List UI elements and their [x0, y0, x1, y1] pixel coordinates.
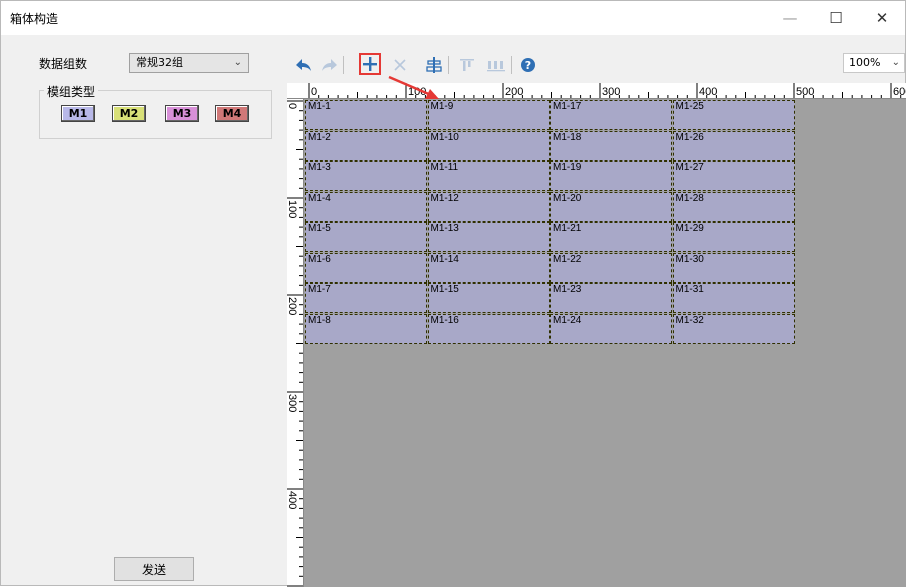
module-cell[interactable]: M1-7: [305, 283, 427, 313]
distribute-icon: [487, 61, 505, 72]
data-group-label: 数据组数: [39, 57, 88, 71]
ruler-label: 600: [893, 86, 906, 98]
close-icon: ✕: [875, 9, 889, 27]
module-cell[interactable]: M1-12: [427, 191, 550, 222]
ruler-label: 0: [311, 86, 317, 98]
zoom-select[interactable]: 100% ⌄: [843, 53, 905, 73]
send-button[interactable]: 发送: [114, 557, 194, 581]
ruler-label: 200: [287, 297, 298, 315]
undo-button[interactable]: [294, 55, 314, 75]
maximize-icon: ☐: [829, 9, 843, 27]
help-icon: ?: [521, 58, 535, 72]
module-cell[interactable]: M1-8: [305, 313, 427, 344]
vertical-ruler: 0 100 200 300 400: [287, 99, 304, 587]
close-button[interactable]: ✕: [859, 1, 905, 35]
ruler-label: 400: [699, 86, 717, 98]
minimize-icon: —: [782, 9, 798, 27]
module-cell[interactable]: M1-28: [672, 191, 795, 222]
redo-icon: [322, 59, 337, 71]
align-top-icon: [460, 59, 474, 71]
window-title: 箱体构造: [10, 12, 59, 26]
module-cell[interactable]: M1-3: [305, 161, 427, 191]
module-cell[interactable]: M1-29: [672, 222, 795, 252]
title-bar: 箱体构造 — ☐ ✕: [1, 1, 905, 35]
module-cell[interactable]: M1-16: [427, 313, 550, 344]
ruler-label: 500: [796, 86, 814, 98]
ruler-label: 200: [505, 86, 523, 98]
chevron-down-icon: ⌄: [233, 57, 242, 68]
module-cell[interactable]: M1-14: [427, 252, 550, 283]
align-top-button[interactable]: [457, 55, 477, 75]
horizontal-ruler: 0100200300400500600: [287, 83, 906, 99]
module-cell[interactable]: M1-23: [550, 283, 672, 313]
module-button-label: M3: [172, 107, 192, 120]
module-cell[interactable]: M1-20: [550, 191, 672, 222]
app-window: 箱体构造 — ☐ ✕ 数据组数 常规32组 ⌄ 模组类型 M1 M2 M3 M4 发送…: [0, 0, 906, 587]
svg-text:?: ?: [525, 59, 531, 72]
minimize-button[interactable]: —: [767, 1, 813, 35]
module-cell[interactable]: M1-26: [672, 130, 795, 161]
module-type-label: 模组类型: [44, 83, 99, 100]
distribute-button[interactable]: [486, 55, 506, 75]
module-cell[interactable]: M1-32: [672, 313, 795, 344]
help-button[interactable]: ?: [518, 55, 538, 75]
module-cell[interactable]: M1-17: [550, 100, 672, 130]
data-group-value: 常规32组: [136, 56, 183, 69]
module-cell[interactable]: M1-21: [550, 222, 672, 252]
add-icon: [363, 57, 377, 71]
ruler-label: 0: [287, 103, 298, 109]
toolbar-separator: [343, 56, 344, 74]
redo-button[interactable]: [319, 55, 339, 75]
maximize-button[interactable]: ☐: [813, 1, 859, 35]
module-button-m1[interactable]: M1: [61, 105, 95, 122]
design-canvas[interactable]: M1-1 M1-2 M1-3 M1-4 M1-5 M1-6 M1-7 M1-8 M1-9 M1-1…: [304, 99, 906, 587]
ruler-label: 300: [602, 86, 620, 98]
module-cell[interactable]: M1-4: [305, 191, 427, 222]
data-group-select[interactable]: 常规32组 ⌄: [129, 53, 249, 73]
module-cell[interactable]: M1-11: [427, 161, 550, 191]
toolbar-separator: [511, 56, 512, 74]
module-cell[interactable]: M1-27: [672, 161, 795, 191]
module-button-label: M4: [222, 107, 242, 120]
module-cell[interactable]: M1-15: [427, 283, 550, 313]
module-button-m2[interactable]: M2: [112, 105, 146, 122]
module-cell[interactable]: M1-19: [550, 161, 672, 191]
module-button-label: M1: [68, 107, 88, 120]
ruler-label: 100: [287, 200, 298, 218]
module-cell[interactable]: M1-10: [427, 130, 550, 161]
module-cell[interactable]: M1-5: [305, 222, 427, 252]
module-cell[interactable]: M1-18: [550, 130, 672, 161]
module-cell[interactable]: M1-2: [305, 130, 427, 161]
module-cell[interactable]: M1-25: [672, 100, 795, 130]
delete-icon: [394, 59, 406, 71]
module-cell[interactable]: M1-24: [550, 313, 672, 344]
module-button-label: M2: [119, 107, 139, 120]
module-cell[interactable]: M1-30: [672, 252, 795, 283]
zoom-value: 100%: [849, 56, 881, 69]
chevron-down-icon: ⌄: [891, 57, 900, 68]
module-cell[interactable]: M1-13: [427, 222, 550, 252]
module-button-m3[interactable]: M3: [165, 105, 199, 122]
module-cell[interactable]: M1-22: [550, 252, 672, 283]
module-cell[interactable]: M1-31: [672, 283, 795, 313]
send-button-label: 发送: [141, 562, 166, 577]
module-cell[interactable]: M1-6: [305, 252, 427, 283]
ruler-label: 300: [287, 394, 298, 412]
annotation-arrow: [388, 75, 439, 99]
add-button[interactable]: [359, 53, 381, 75]
undo-icon: [296, 59, 311, 71]
module-button-m4[interactable]: M4: [215, 105, 249, 122]
ruler-label: 400: [287, 491, 298, 509]
